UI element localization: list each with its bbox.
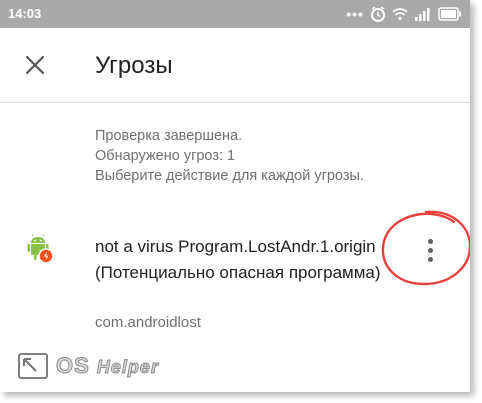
android-warning-icon xyxy=(27,234,54,264)
threat-name: not a virus Program.LostAndr.1.origin (П… xyxy=(95,237,381,282)
signal-icon xyxy=(415,8,430,21)
more-dots-icon: ••• xyxy=(346,6,364,22)
summary-instruction: Выберите действие для каждой угрозы. xyxy=(95,168,364,184)
status-icons: ••• xyxy=(346,4,462,24)
close-button[interactable] xyxy=(18,48,52,82)
watermark-text: OS Helper xyxy=(56,353,159,379)
more-vert-icon[interactable] xyxy=(414,232,446,268)
threat-package: com.androidlost xyxy=(95,314,201,331)
app-bar: Угрозы xyxy=(0,28,470,103)
watermark-arrow-icon xyxy=(18,353,48,379)
battery-icon xyxy=(438,7,461,21)
menu-dot xyxy=(427,247,433,253)
status-bar: 14:03 ••• xyxy=(0,0,470,28)
menu-dot xyxy=(427,256,433,262)
menu-dot xyxy=(427,238,433,244)
watermark-helper: Helper xyxy=(96,357,159,378)
close-icon xyxy=(25,55,45,75)
page-title: Угрозы xyxy=(95,52,173,79)
scan-summary: Проверка завершена. Обнаружено угроз: 1 … xyxy=(95,126,455,186)
status-time: 14:03 xyxy=(8,6,42,21)
summary-threat-count: Обнаружено угроз: 1 xyxy=(95,148,236,164)
app-frame: 14:03 ••• Угрозы Проверка завершена. Обн… xyxy=(0,0,470,392)
watermark-logo: OS Helper xyxy=(18,348,188,384)
wifi-icon xyxy=(392,8,408,21)
alarm-icon xyxy=(371,6,385,22)
summary-status: Проверка завершена. xyxy=(95,128,243,144)
threat-list-item[interactable]: not a virus Program.LostAndr.1.origin (П… xyxy=(0,224,470,344)
watermark-os: OS xyxy=(56,353,90,379)
